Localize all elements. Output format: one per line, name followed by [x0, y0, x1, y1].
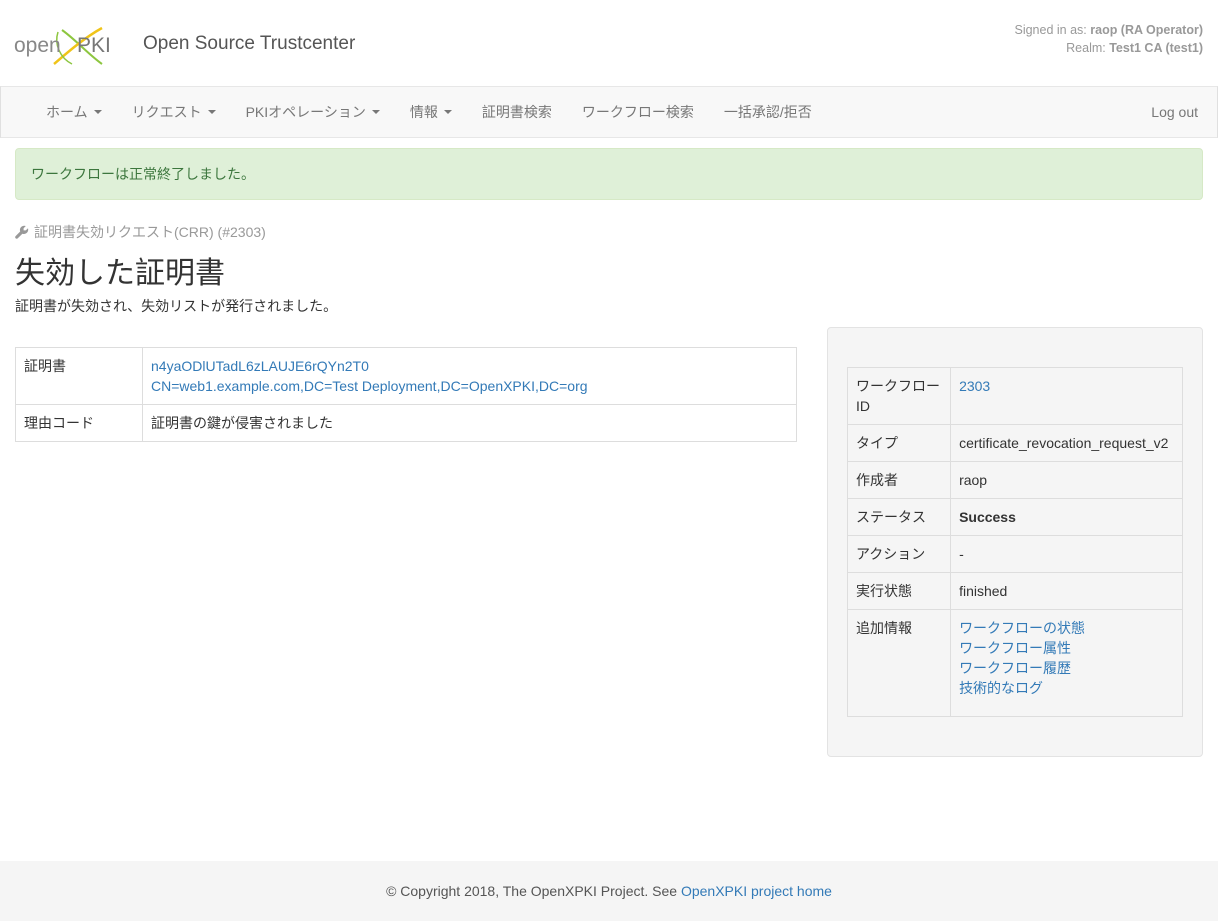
header: open PKI Open Source Trustcenter Signed …	[0, 0, 1218, 86]
status-value: Success	[950, 498, 1183, 536]
svg-text:open: open	[14, 34, 61, 57]
page-title: 失効した証明書	[15, 257, 225, 290]
nav-pki-operation-label: PKIオペレーション	[245, 104, 366, 120]
status-badge: Success	[959, 509, 1016, 525]
workflow-state-link[interactable]: ワークフローの状態	[959, 620, 1085, 636]
main-navbar: ホーム リクエスト PKIオペレーション 情報 証明書検索 ワークフロー検索 一…	[0, 86, 1218, 138]
nav-certificate-search[interactable]: 証明書検索	[467, 87, 567, 137]
type-label: タイプ	[846, 424, 952, 462]
nav-home-label: ホーム	[46, 104, 88, 120]
table-row: ワークフローID 2303	[846, 367, 1183, 425]
svg-text:PKI: PKI	[77, 34, 110, 57]
table-row: ステータス Success	[846, 498, 1183, 536]
table-row: 実行状態 finished	[846, 572, 1183, 610]
table-row: 証明書 n4yaODlUTadL6zLAUJE6rQYn2T0 CN=web1.…	[15, 347, 797, 405]
status-label: ステータス	[846, 498, 952, 536]
workflow-id-link[interactable]: 2303	[959, 378, 990, 394]
realm-label: Realm:	[1066, 41, 1106, 55]
nav-info[interactable]: 情報	[395, 87, 467, 137]
breadcrumb-text: 証明書失効リクエスト(CRR) (#2303)	[34, 224, 266, 240]
breadcrumb: 証明書失効リクエスト(CRR) (#2303)	[15, 222, 266, 242]
table-row: 作成者 raop	[846, 461, 1183, 499]
username: raop (RA Operator)	[1090, 23, 1203, 37]
type-value: certificate_revocation_request_v2	[950, 424, 1183, 462]
copyright-text: © Copyright 2018, The OpenXPKI Project. …	[386, 883, 678, 899]
footer: © Copyright 2018, The OpenXPKI Project. …	[0, 861, 1218, 921]
nav-info-label: 情報	[409, 104, 438, 120]
creator-value: raop	[950, 461, 1183, 499]
success-alert: ワークフローは正常終了しました。	[15, 148, 1203, 200]
reason-label: 理由コード	[15, 404, 143, 442]
nav-workflow-search[interactable]: ワークフロー検索	[567, 87, 709, 137]
creator-label: 作成者	[846, 461, 952, 499]
certificate-id-link[interactable]: n4yaODlUTadL6zLAUJE6rQYn2T0	[151, 358, 369, 374]
caret-down-icon	[443, 110, 452, 114]
caret-down-icon	[207, 110, 216, 114]
action-label: アクション	[846, 535, 952, 573]
caret-down-icon	[371, 110, 380, 114]
nav-bulk-approve[interactable]: 一括承認/拒否	[709, 87, 827, 137]
workflow-info-panel: ワークフローID 2303 タイプ certificate_revocation…	[827, 327, 1203, 757]
nav-bulk-approve-label: 一括承認/拒否	[723, 104, 812, 120]
extra-info-links: ワークフローの状態 ワークフロー属性 ワークフロー履歴 技術的なログ	[950, 609, 1183, 717]
workflow-attributes-link[interactable]: ワークフロー属性	[959, 640, 1071, 656]
table-row: 追加情報 ワークフローの状態 ワークフロー属性 ワークフロー履歴 技術的なログ	[846, 609, 1183, 717]
table-row: 理由コード 証明書の鍵が侵害されました	[15, 404, 797, 442]
user-info: Signed in as: raop (RA Operator) Realm: …	[1014, 21, 1203, 57]
extra-info-label: 追加情報	[846, 609, 952, 717]
workflow-history-link[interactable]: ワークフロー履歴	[959, 660, 1071, 676]
nav-certificate-search-label: 証明書検索	[481, 104, 552, 120]
table-row: タイプ certificate_revocation_request_v2	[846, 424, 1183, 462]
certificate-subject-link[interactable]: CN=web1.example.com,DC=Test Deployment,D…	[151, 378, 588, 394]
page-description: 証明書が失効され、失効リストが発行されました。	[15, 298, 338, 314]
project-home-link[interactable]: OpenXPKI project home	[681, 883, 832, 899]
nav-request[interactable]: リクエスト	[117, 87, 231, 137]
state-value: finished	[950, 572, 1183, 610]
openxpki-logo[interactable]: open PKI	[14, 24, 110, 68]
technical-log-link[interactable]: 技術的なログ	[959, 680, 1043, 696]
action-value: -	[950, 535, 1183, 573]
nav-pki-operation[interactable]: PKIオペレーション	[231, 87, 395, 137]
reason-value: 証明書の鍵が侵害されました	[142, 404, 797, 442]
nav-workflow-search-label: ワークフロー検索	[581, 104, 694, 120]
nav-home[interactable]: ホーム	[31, 87, 117, 137]
certificate-details-table: 証明書 n4yaODlUTadL6zLAUJE6rQYn2T0 CN=web1.…	[15, 347, 797, 442]
certificate-label: 証明書	[15, 347, 143, 405]
workflow-id-value: 2303	[950, 367, 1183, 425]
certificate-value: n4yaODlUTadL6zLAUJE6rQYn2T0 CN=web1.exam…	[142, 347, 797, 405]
signed-in-label: Signed in as:	[1014, 23, 1087, 37]
site-title: Open Source Trustcenter	[143, 33, 356, 54]
nav-request-label: リクエスト	[131, 104, 202, 120]
logout-link[interactable]: Log out	[1151, 87, 1198, 137]
table-row: アクション -	[846, 535, 1183, 573]
workflow-id-label: ワークフローID	[846, 367, 952, 425]
nav-menu: ホーム リクエスト PKIオペレーション 情報 証明書検索 ワークフロー検索 一…	[31, 87, 827, 137]
state-label: 実行状態	[846, 572, 952, 610]
realm-name: Test1 CA (test1)	[1109, 41, 1203, 55]
wrench-icon	[15, 225, 29, 239]
caret-down-icon	[93, 110, 102, 114]
workflow-info-table: ワークフローID 2303 タイプ certificate_revocation…	[846, 367, 1183, 717]
